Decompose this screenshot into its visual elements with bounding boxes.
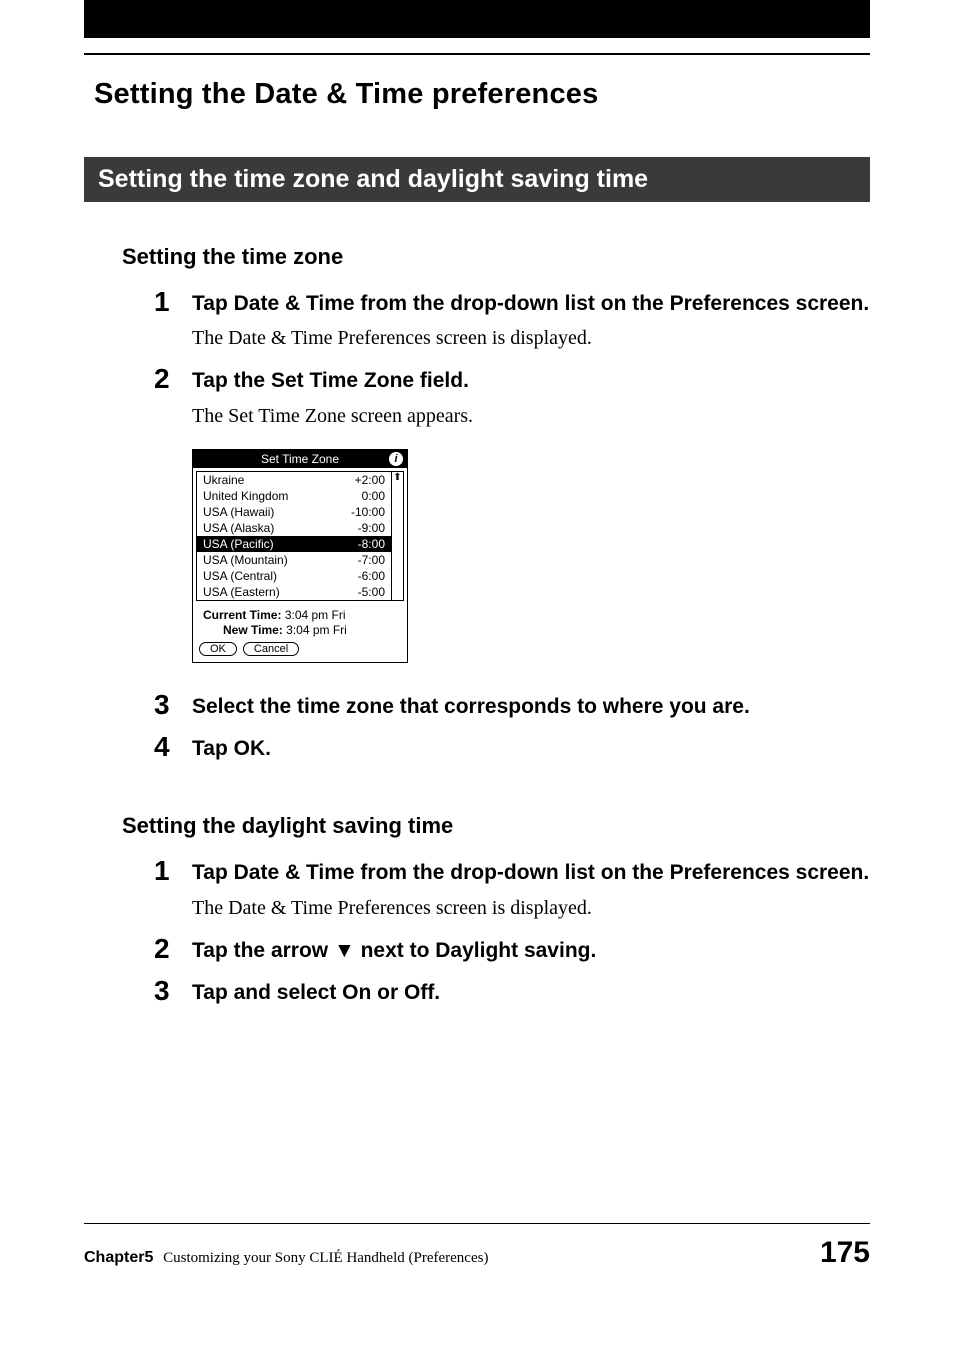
scroll-up-icon[interactable]: ⬆ — [393, 472, 401, 483]
list-item[interactable]: USA (Alaska) -9:00 — [197, 520, 391, 536]
list-item[interactable]: USA (Eastern) -5:00 — [197, 584, 391, 600]
step: 4 Tap OK. — [154, 735, 870, 763]
tz-offset: -9:00 — [358, 521, 385, 535]
step-number: 2 — [154, 363, 170, 395]
tz-offset: -10:00 — [351, 505, 385, 519]
step-title: Tap Date & Time from the drop-down list … — [192, 290, 870, 318]
step-body: The Set Time Zone screen appears. — [192, 402, 870, 431]
step-number: 4 — [154, 731, 170, 763]
screenshot-title-text: Set Time Zone — [261, 452, 339, 466]
page-number: 175 — [820, 1236, 870, 1270]
time-info: Current Time: 3:04 pm Fri New Time: 3:04… — [193, 604, 407, 639]
timezone-list[interactable]: Ukraine +2:00 United Kingdom 0:00 USA (H… — [196, 471, 404, 601]
tz-offset: 0:00 — [362, 489, 385, 503]
cancel-button[interactable]: Cancel — [243, 642, 299, 656]
steps-dst: 1 Tap Date & Time from the drop-down lis… — [154, 859, 870, 1007]
content-area: Setting the Date & Time preferences Sett… — [84, 78, 870, 1202]
scrollbar[interactable]: ⬆ — [391, 472, 403, 600]
tz-name: USA (Central) — [203, 569, 277, 583]
tz-name: USA (Hawaii) — [203, 505, 274, 519]
step-title: Select the time zone that corresponds to… — [192, 693, 870, 721]
step-title: Tap the Set Time Zone field. — [192, 367, 870, 395]
step-body: The Date & Time Preferences screen is di… — [192, 324, 870, 353]
tz-name: United Kingdom — [203, 489, 288, 503]
current-time-label: Current Time: — [203, 608, 281, 622]
list-item[interactable]: Ukraine +2:00 — [197, 472, 391, 488]
step-title: Tap the arrow ▼ next to Daylight saving. — [192, 937, 870, 965]
step-number: 3 — [154, 975, 170, 1007]
section-banner: Setting the time zone and daylight savin… — [84, 157, 870, 202]
step-number: 1 — [154, 855, 170, 887]
subsection-heading-timezone: Setting the time zone — [122, 244, 870, 270]
footer-left: Chapter5 Customizing your Sony CLIÉ Hand… — [84, 1249, 488, 1267]
step-body: The Date & Time Preferences screen is di… — [192, 894, 870, 923]
step: 3 Tap and select On or Off. — [154, 979, 870, 1007]
step-title: Tap Date & Time from the drop-down list … — [192, 859, 870, 887]
step-title-pre: Tap the arrow — [192, 939, 334, 962]
step: 2 Tap the arrow ▼ next to Daylight savin… — [154, 937, 870, 965]
step-number: 3 — [154, 689, 170, 721]
down-arrow-icon: ▼ — [334, 939, 355, 962]
list-item[interactable]: USA (Mountain) -7:00 — [197, 552, 391, 568]
step-title: Tap and select On or Off. — [192, 979, 870, 1007]
tz-offset: +2:00 — [355, 473, 385, 487]
tz-name: Ukraine — [203, 473, 244, 487]
list-item-selected[interactable]: USA (Pacific) -8:00 — [197, 536, 391, 552]
new-time-value: 3:04 pm Fri — [286, 623, 347, 637]
tz-name: USA (Pacific) — [203, 537, 274, 551]
steps-timezone: 1 Tap Date & Time from the drop-down lis… — [154, 290, 870, 431]
footer-desc: Customizing your Sony CLIÉ Handheld (Pre… — [163, 1250, 488, 1266]
page-footer: Chapter5 Customizing your Sony CLIÉ Hand… — [84, 1223, 870, 1270]
header-rule — [84, 53, 870, 55]
spacer — [84, 777, 870, 813]
page-title: Setting the Date & Time preferences — [94, 78, 870, 111]
step: 1 Tap Date & Time from the drop-down lis… — [154, 290, 870, 353]
info-icon[interactable]: i — [389, 452, 403, 466]
step: 2 Tap the Set Time Zone field. The Set T… — [154, 367, 870, 430]
step-title: Tap OK. — [192, 735, 870, 763]
device-screenshot: Set Time Zone i Ukraine +2:00 United Kin… — [192, 449, 408, 663]
page: Setting the Date & Time preferences Sett… — [0, 0, 954, 1352]
screenshot-buttons: OK Cancel — [193, 639, 407, 662]
step-number: 2 — [154, 933, 170, 965]
screenshot-titlebar: Set Time Zone i — [193, 450, 407, 468]
new-time-label: New Time: — [223, 623, 283, 637]
step: 3 Select the time zone that corresponds … — [154, 693, 870, 721]
header-blackbar — [84, 0, 870, 38]
list-item[interactable]: USA (Central) -6:00 — [197, 568, 391, 584]
list-item[interactable]: United Kingdom 0:00 — [197, 488, 391, 504]
step: 1 Tap Date & Time from the drop-down lis… — [154, 859, 870, 922]
footer-chapter: Chapter5 — [84, 1249, 153, 1266]
list-item[interactable]: USA (Hawaii) -10:00 — [197, 504, 391, 520]
tz-offset: -8:00 — [358, 537, 385, 551]
current-time-value: 3:04 pm Fri — [285, 608, 346, 622]
step-number: 1 — [154, 286, 170, 318]
step-title-post: next to Daylight saving. — [355, 939, 597, 962]
subsection-heading-dst: Setting the daylight saving time — [122, 813, 870, 839]
tz-offset: -6:00 — [358, 569, 385, 583]
tz-name: USA (Alaska) — [203, 521, 274, 535]
steps-timezone-cont: 3 Select the time zone that corresponds … — [154, 693, 870, 764]
tz-offset: -5:00 — [358, 585, 385, 599]
tz-offset: -7:00 — [358, 553, 385, 567]
tz-name: USA (Eastern) — [203, 585, 280, 599]
tz-name: USA (Mountain) — [203, 553, 288, 567]
ok-button[interactable]: OK — [199, 642, 237, 656]
